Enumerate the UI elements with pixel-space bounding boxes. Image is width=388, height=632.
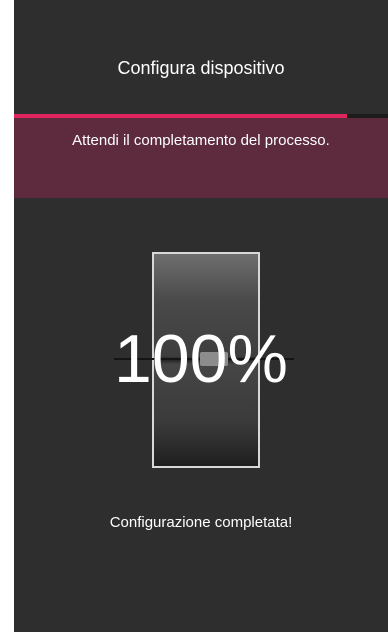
page-title: Configura dispositivo	[117, 58, 285, 78]
info-banner-text: Attendi il completamento del processo.	[72, 132, 330, 149]
progress-percent: 100%	[114, 321, 288, 397]
info-banner: Attendi il completamento del processo.	[14, 118, 388, 198]
status-message: Configurazione completata!	[109, 514, 293, 531]
app-screen: Configura dispositivo Attendi il complet…	[14, 0, 388, 632]
header: Configura dispositivo	[14, 0, 388, 114]
